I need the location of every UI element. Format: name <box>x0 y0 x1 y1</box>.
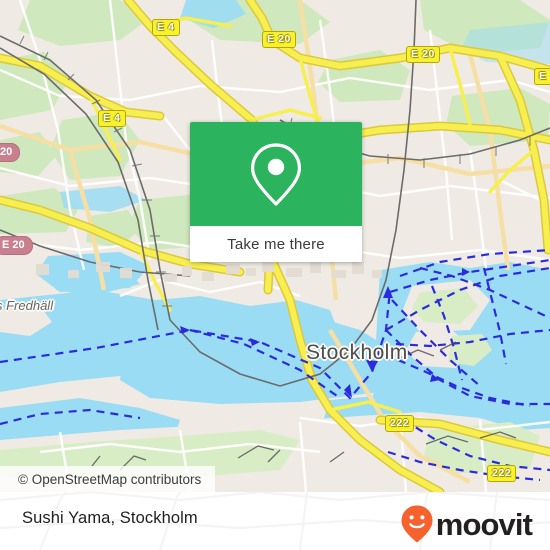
road-shield-e20-northeast: E 20 <box>406 46 440 63</box>
attribution-text: © OpenStreetMap contributors <box>18 471 202 487</box>
road-shield-222-southeast: 222 <box>487 465 517 482</box>
moovit-wordmark: moovit <box>435 506 533 542</box>
road-shield-e4-west: E 4 <box>98 110 126 127</box>
road-shield-e-east-edge: E <box>534 68 550 85</box>
road-shield-e4-north: E 4 <box>152 19 180 36</box>
footer-bar: Sushi Yama, Stockholm moovit <box>0 492 550 550</box>
take-me-there-button[interactable]: Take me there <box>190 226 362 262</box>
moovit-logo[interactable]: moovit <box>400 504 533 544</box>
map-pin-icon <box>251 143 301 206</box>
take-me-there-label: Take me there <box>227 235 325 253</box>
card-icon-area <box>190 122 362 226</box>
moovit-smiley-pin-icon <box>401 505 433 543</box>
route-badge-20-west: 20 <box>0 143 21 162</box>
map-attribution[interactable]: © OpenStreetMap contributors <box>0 466 216 492</box>
route-badge-e20-west: E 20 <box>0 236 33 255</box>
place-title: Sushi Yama, Stockholm <box>22 509 198 527</box>
take-me-there-card[interactable]: Take me there <box>190 122 362 262</box>
road-shield-222-south: 222 <box>385 415 415 432</box>
screenshot-root: Stockholm s Fredhäll E 4 E 20 E 20 E 4 E… <box>0 0 550 550</box>
road-shield-e20-north: E 20 <box>262 31 296 48</box>
